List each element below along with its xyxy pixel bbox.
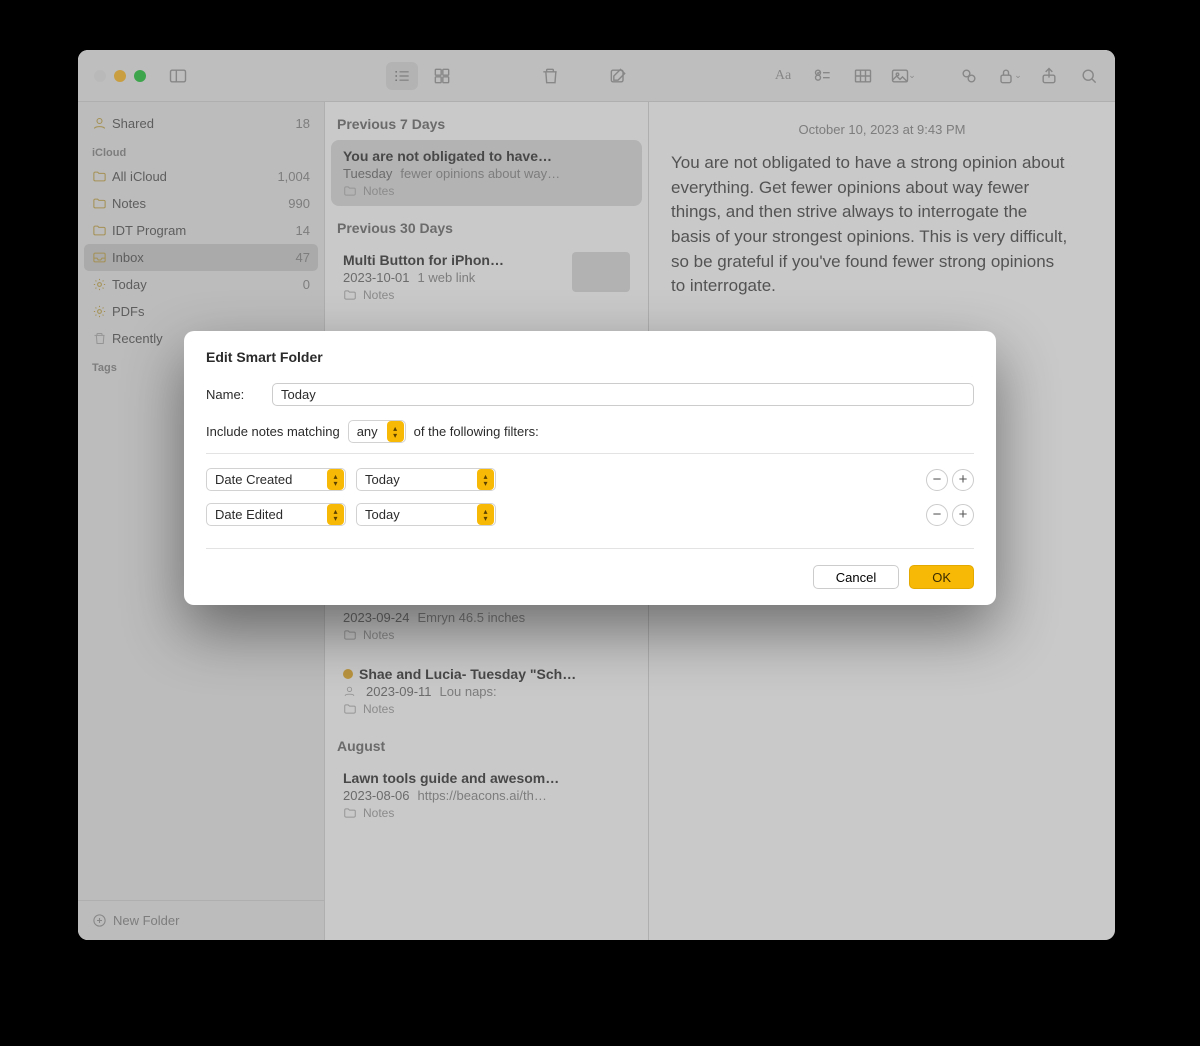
filter-field-select[interactable]: Date Edited (206, 503, 346, 526)
match-mode-value: any (349, 424, 386, 439)
match-text-post: of the following filters: (414, 424, 539, 439)
filter-value-select[interactable]: Today (356, 468, 496, 491)
chevron-updown-icon (327, 469, 344, 490)
filter-field-value: Date Edited (207, 507, 291, 522)
chevron-updown-icon (477, 469, 494, 490)
ok-button[interactable]: OK (909, 565, 974, 589)
filter-value: Today (357, 472, 408, 487)
chevron-updown-icon (477, 504, 494, 525)
chevron-updown-icon (327, 504, 344, 525)
filter-field-select[interactable]: Date Created (206, 468, 346, 491)
add-filter-button[interactable]: + (952, 469, 974, 491)
filter-list: Date Created Today − + Date Edited Today (206, 453, 974, 549)
filter-value-select[interactable]: Today (356, 503, 496, 526)
match-mode-select[interactable]: any (348, 420, 406, 443)
cancel-button[interactable]: Cancel (813, 565, 899, 589)
smart-folder-name-input[interactable] (272, 383, 974, 406)
chevron-updown-icon (387, 421, 404, 442)
filter-value: Today (357, 507, 408, 522)
edit-smart-folder-dialog: Edit Smart Folder Name: Include notes ma… (184, 331, 996, 605)
remove-filter-button[interactable]: − (926, 504, 948, 526)
name-label: Name: (206, 387, 262, 402)
filter-field-value: Date Created (207, 472, 300, 487)
filter-row: Date Edited Today − + (206, 503, 974, 526)
add-filter-button[interactable]: + (952, 504, 974, 526)
filter-row: Date Created Today − + (206, 468, 974, 491)
remove-filter-button[interactable]: − (926, 469, 948, 491)
match-text-pre: Include notes matching (206, 424, 340, 439)
dialog-title: Edit Smart Folder (206, 349, 974, 365)
